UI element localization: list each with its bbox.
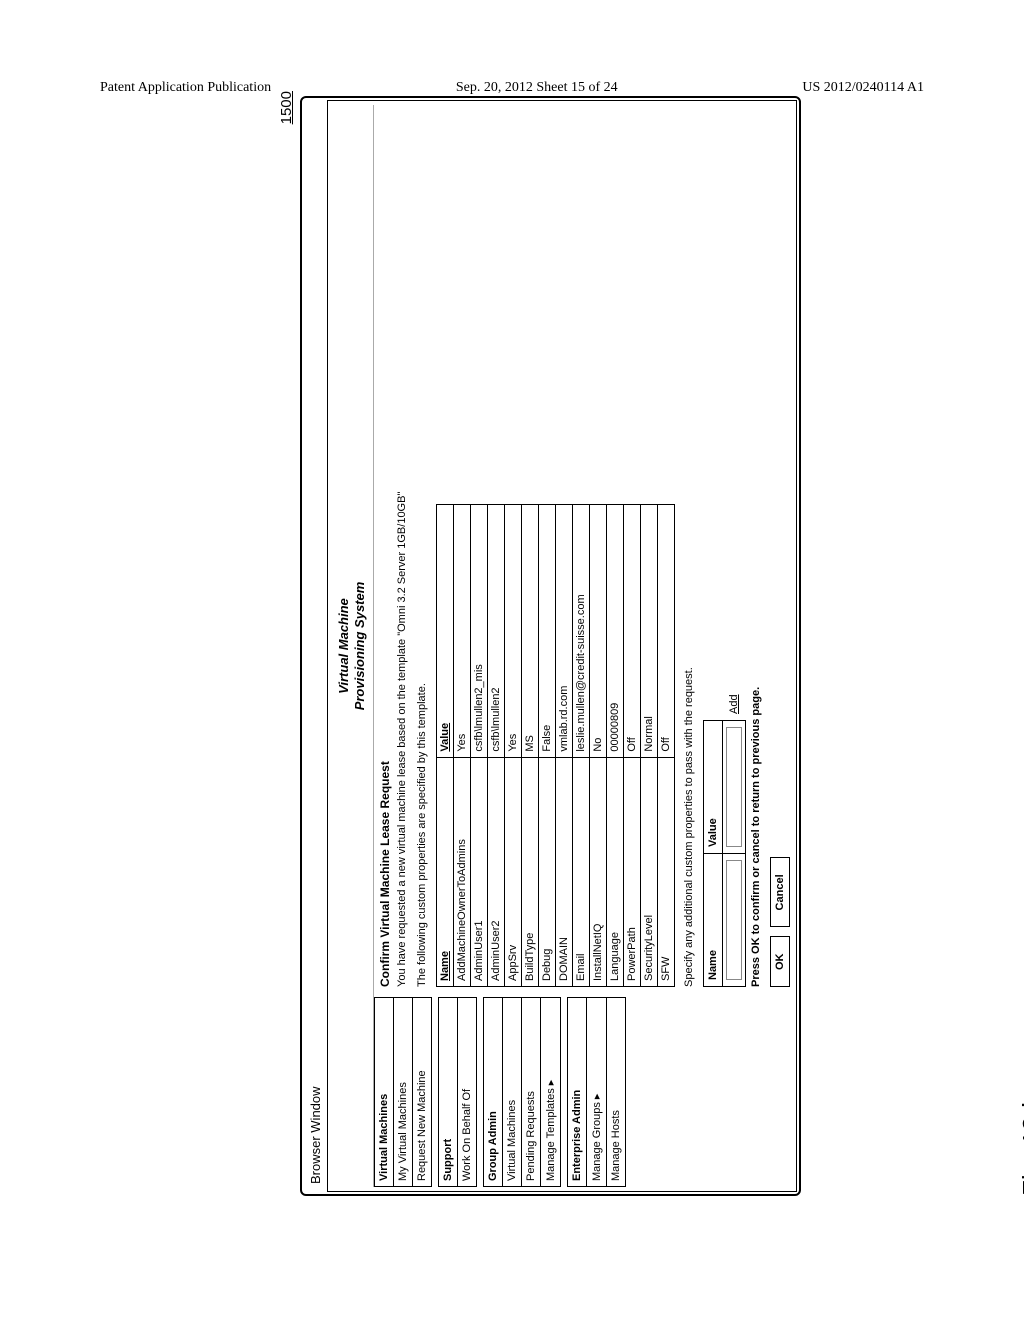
main-panel: Confirm Virtual Machine Lease Request Yo… — [374, 105, 792, 991]
properties-table: Name Value AddMachineOwnerToAdminsYes Ad… — [436, 504, 675, 987]
sidebar-item-manage-templates[interactable]: Manage Templates ▸ — [541, 998, 561, 1187]
sidebar-header-support: Support — [439, 998, 458, 1187]
table-row: DebugFalse — [539, 505, 556, 987]
sidebar-header-enterprise-admin: Enterprise Admin — [568, 998, 587, 1187]
table-row: AdminUser1csfb\lmullen2_mis — [471, 505, 488, 987]
sidebar-header-virtual-machines: Virtual Machines — [375, 998, 394, 1187]
sidebar-header-group-admin: Group Admin — [484, 998, 503, 1187]
table-row: DOMAINvmlab.rd.com — [556, 505, 573, 987]
sidebar-item-ga-virtual-machines[interactable]: Virtual Machines — [503, 998, 522, 1187]
cancel-button[interactable]: Cancel — [770, 857, 790, 927]
table-row: BuildTypeMS — [522, 505, 539, 987]
sidebar-item-pending-requests[interactable]: Pending Requests — [522, 998, 541, 1187]
specify-text: Specify any additional custom properties… — [683, 109, 695, 987]
header-center: Sep. 20, 2012 Sheet 15 of 24 — [456, 80, 618, 96]
patent-page-header: Patent Application Publication Sep. 20, … — [100, 80, 924, 96]
add-col-value: Value — [704, 721, 723, 854]
table-row: PowerPathOff — [624, 505, 641, 987]
table-row: AppSrvYes — [505, 505, 522, 987]
subtext: The following custom properties are spec… — [416, 109, 428, 987]
col-value: Value — [437, 505, 454, 758]
browser-title: Browser Window — [304, 100, 327, 1192]
confirm-text: Press OK to confirm or cancel to return … — [750, 109, 762, 987]
table-row: AdminUser2csfb\lmullen2 — [488, 505, 505, 987]
page-title: Confirm Virtual Machine Lease Request — [378, 109, 392, 987]
header-left: Patent Application Publication — [100, 80, 271, 96]
col-name: Name — [437, 757, 454, 986]
sidebar-item-manage-hosts[interactable]: Manage Hosts — [607, 998, 626, 1187]
add-link[interactable]: Add — [728, 694, 740, 714]
table-row: AddMachineOwnerToAdminsYes — [454, 505, 471, 987]
add-col-name: Name — [704, 854, 723, 987]
sidebar-item-work-on-behalf[interactable]: Work On Behalf Of — [458, 998, 477, 1187]
header-right: US 2012/0240114 A1 — [802, 80, 924, 96]
figure-reference-number: 1500 — [278, 91, 295, 124]
figure-label: Fig. 12d — [1017, 1102, 1024, 1196]
sidebar: Virtual Machines My Virtual Machines Req… — [374, 997, 792, 1187]
add-value-input[interactable] — [726, 727, 742, 847]
sidebar-item-manage-groups[interactable]: Manage Groups ▸ — [587, 998, 607, 1187]
intro-text: You have requested a new virtual machine… — [396, 109, 408, 987]
table-row: Emailleslie.mullen@credit-suisse.com — [573, 505, 590, 987]
sidebar-item-request-new-machine[interactable]: Request New Machine — [413, 998, 432, 1187]
browser-window: Browser Window Virtual Machine Provision… — [300, 96, 801, 1196]
table-row: InstallNetIQNo — [590, 505, 607, 987]
table-row: Language00000809 — [607, 505, 624, 987]
sidebar-item-my-virtual-machines[interactable]: My Virtual Machines — [394, 998, 413, 1187]
app-title: Virtual Machine Provisioning System — [332, 105, 374, 1187]
ok-button[interactable]: OK — [770, 937, 790, 988]
add-property-table: Name Value Add — [703, 688, 746, 987]
table-row: SFWOff — [658, 505, 675, 987]
table-row: SecurityLevelNormal — [641, 505, 658, 987]
add-name-input[interactable] — [726, 860, 742, 980]
